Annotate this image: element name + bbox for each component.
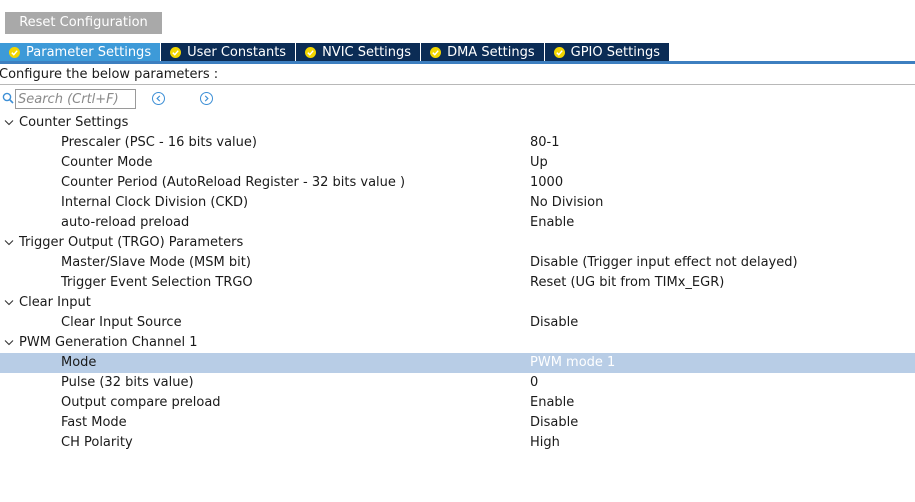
param-value[interactable]: Reset (UG bit from TIMx_EGR)	[530, 273, 724, 293]
param-value[interactable]: High	[530, 433, 560, 453]
chevron-down-icon[interactable]	[4, 299, 14, 307]
divider	[0, 84, 915, 85]
parameter-tree: Counter Settings Prescaler (PSC - 16 bit…	[0, 113, 915, 453]
param-value[interactable]: No Division	[530, 193, 603, 213]
param-name: Fast Mode	[61, 415, 127, 430]
param-value[interactable]: Enable	[530, 393, 574, 413]
check-icon	[305, 46, 317, 58]
param-row-selected[interactable]: Mode PWM mode 1	[0, 353, 915, 373]
group-label: PWM Generation Channel 1	[19, 335, 198, 350]
param-value[interactable]: 0	[530, 373, 538, 393]
param-row[interactable]: Output compare preload Enable	[0, 393, 915, 413]
param-name: Clear Input Source	[61, 315, 182, 330]
param-value[interactable]: 1000	[530, 173, 563, 193]
tab-nvic-settings[interactable]: NVIC Settings	[296, 43, 422, 61]
tab-parameter-settings[interactable]: Parameter Settings	[0, 43, 162, 61]
chevron-left-icon	[156, 95, 161, 102]
param-name: Output compare preload	[61, 395, 221, 410]
check-icon	[170, 46, 182, 58]
check-icon	[553, 46, 565, 58]
param-value[interactable]: Up	[530, 153, 548, 173]
tab-label: GPIO Settings	[570, 44, 661, 60]
group-trigger-output[interactable]: Trigger Output (TRGO) Parameters	[0, 233, 915, 253]
group-label: Clear Input	[19, 295, 91, 310]
check-icon	[9, 46, 20, 58]
group-clear-input[interactable]: Clear Input	[0, 293, 915, 313]
param-value-dropdown[interactable]: PWM mode 1	[530, 353, 615, 373]
tab-dma-settings[interactable]: DMA Settings	[421, 43, 545, 61]
search-previous-button[interactable]	[152, 92, 165, 105]
reset-configuration-button[interactable]: Reset Configuration	[5, 12, 162, 34]
tab-bar: Parameter Settings User Constants NVIC S…	[0, 43, 915, 64]
param-value[interactable]: Disable	[530, 313, 578, 333]
param-name: Trigger Event Selection TRGO	[61, 275, 253, 290]
tab-label: User Constants	[187, 44, 287, 60]
tab-label: NVIC Settings	[322, 44, 412, 60]
group-pwm-generation-channel-1[interactable]: PWM Generation Channel 1	[0, 333, 915, 353]
param-row[interactable]: Pulse (32 bits value) 0	[0, 373, 915, 393]
tab-gpio-settings[interactable]: GPIO Settings	[544, 43, 671, 61]
param-name: CH Polarity	[61, 435, 133, 450]
param-name: Counter Period (AutoReload Register - 32…	[61, 175, 406, 190]
param-name: Mode	[61, 355, 97, 370]
param-value[interactable]: Disable	[530, 413, 578, 433]
search-icon[interactable]	[2, 92, 14, 104]
param-row[interactable]: Counter Period (AutoReload Register - 32…	[0, 173, 915, 193]
search-next-button[interactable]	[200, 92, 213, 105]
tab-user-constants[interactable]: User Constants	[161, 43, 297, 61]
param-name: Prescaler (PSC - 16 bits value)	[61, 135, 257, 150]
param-row[interactable]: Master/Slave Mode (MSM bit) Disable (Tri…	[0, 253, 915, 273]
param-row[interactable]: CH Polarity High	[0, 433, 915, 453]
check-icon	[430, 46, 442, 58]
search-input[interactable]	[15, 89, 136, 109]
param-row[interactable]: Internal Clock Division (CKD) No Divisio…	[0, 193, 915, 213]
param-name: Counter Mode	[61, 155, 153, 170]
parameter-settings-panel: Reset Configuration Parameter Settings U…	[0, 0, 915, 502]
chevron-down-icon[interactable]	[4, 119, 14, 127]
group-label: Trigger Output (TRGO) Parameters	[19, 235, 244, 250]
param-row[interactable]: auto-reload preload Enable	[0, 213, 915, 233]
group-counter-settings[interactable]: Counter Settings	[0, 113, 915, 133]
param-name: auto-reload preload	[61, 215, 190, 230]
param-row[interactable]: Fast Mode Disable	[0, 413, 915, 433]
param-row[interactable]: Prescaler (PSC - 16 bits value) 80-1	[0, 133, 915, 153]
param-row[interactable]: Counter Mode Up	[0, 153, 915, 173]
param-value[interactable]: 80-1	[530, 133, 560, 153]
chevron-right-icon	[204, 95, 209, 102]
group-label: Counter Settings	[19, 115, 129, 130]
param-name: Master/Slave Mode (MSM bit)	[61, 255, 251, 270]
chevron-down-icon[interactable]	[4, 239, 14, 247]
tab-label: DMA Settings	[447, 44, 535, 60]
param-name: Internal Clock Division (CKD)	[61, 195, 249, 210]
chevron-down-icon[interactable]	[4, 339, 14, 347]
param-row[interactable]: Clear Input Source Disable	[0, 313, 915, 333]
tab-label: Parameter Settings	[26, 44, 152, 60]
param-name: Pulse (32 bits value)	[61, 375, 194, 390]
param-row[interactable]: Trigger Event Selection TRGO Reset (UG b…	[0, 273, 915, 293]
param-value[interactable]: Enable	[530, 213, 574, 233]
param-value[interactable]: Disable (Trigger input effect not delaye…	[530, 253, 798, 273]
configure-label: Configure the below parameters :	[0, 67, 219, 82]
